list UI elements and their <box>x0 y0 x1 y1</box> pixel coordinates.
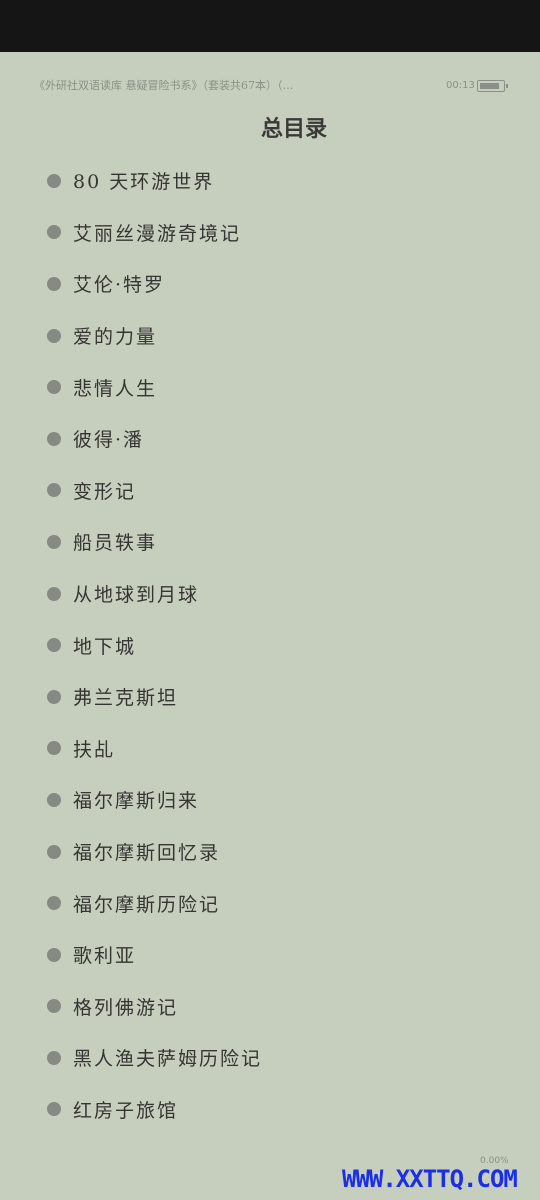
toc-item[interactable]: 艾伦·特罗 <box>0 258 540 310</box>
bullet-icon <box>47 844 61 859</box>
toc-item[interactable]: 地下城 <box>0 619 540 671</box>
toc-item-label: 爱的力量 <box>73 326 158 349</box>
toc-item[interactable]: 船员轶事 <box>0 516 540 568</box>
bullet-icon <box>47 328 61 343</box>
bullet-icon <box>47 741 61 756</box>
bullet-icon <box>47 792 61 807</box>
toc-item-label: 艾伦·特罗 <box>73 274 166 297</box>
toc-item[interactable]: 黑人渔夫萨姆历险记 <box>0 1032 540 1084</box>
toc-item[interactable]: 从地球到月球 <box>0 568 540 620</box>
toc-item-label: 艾丽丝漫游奇境记 <box>73 222 242 245</box>
clock: 00:13 <box>446 80 475 91</box>
battery-level <box>480 83 499 89</box>
toc-item-label: 歌利亚 <box>73 945 137 968</box>
toc-item[interactable]: 变形记 <box>0 465 540 517</box>
toc-item-label: 船员轶事 <box>73 532 158 555</box>
bullet-icon <box>47 276 61 291</box>
toc-item[interactable]: 福尔摩斯历险记 <box>0 877 540 929</box>
battery-icon <box>477 80 508 92</box>
toc-item[interactable]: 福尔摩斯归来 <box>0 774 540 826</box>
bullet-icon <box>47 896 61 911</box>
toc-item-label: 悲情人生 <box>73 377 158 400</box>
toc-item-label: 扶乩 <box>73 738 116 761</box>
toc-item[interactable]: 格列佛游记 <box>0 981 540 1033</box>
bullet-icon <box>47 947 61 962</box>
watermark: WWW.XXTTQ.COM <box>342 1165 518 1193</box>
bullet-icon <box>47 534 61 549</box>
top-status-bar <box>0 0 540 52</box>
toc-item[interactable]: 歌利亚 <box>0 929 540 981</box>
toc-item-label: 红房子旅馆 <box>73 1099 179 1122</box>
bullet-icon <box>47 431 61 446</box>
toc-item-label: 福尔摩斯历险记 <box>73 893 221 916</box>
toc-item-label: 变形记 <box>73 480 137 503</box>
toc-item[interactable]: 艾丽丝漫游奇境记 <box>0 207 540 259</box>
book-title: 《外研社双语读库 悬疑冒险书系》（套装共67本）（… <box>34 79 294 92</box>
bullet-icon <box>47 586 61 601</box>
bullet-icon <box>47 483 61 498</box>
toc-title: 总目录 <box>260 116 327 142</box>
toc-list: 80 天环游世界艾丽丝漫游奇境记 艾伦·特罗爱的力量悲情人生彼得·潘变形记船员轶事… <box>0 155 540 1135</box>
toc-item-label: 地下城 <box>73 635 137 658</box>
bullet-icon <box>47 689 61 704</box>
toc-item-label: 从地球到月球 <box>73 584 200 607</box>
toc-item-label: 格列佛游记 <box>73 996 179 1019</box>
toc-item[interactable]: 彼得·潘 <box>0 413 540 465</box>
toc-item[interactable]: 福尔摩斯回忆录 <box>0 826 540 878</box>
bullet-icon <box>47 1050 61 1065</box>
toc-item-label: 福尔摩斯回忆录 <box>73 842 221 865</box>
toc-item-label: 弗兰克斯坦 <box>73 687 179 710</box>
toc-item-label: 80 天环游世界 <box>73 171 215 194</box>
toc-item[interactable]: 红房子旅馆 <box>0 1084 540 1136</box>
toc-item[interactable]: 扶乩 <box>0 723 540 775</box>
bullet-icon <box>47 380 61 395</box>
bullet-icon <box>47 1102 61 1117</box>
bullet-icon <box>47 999 61 1014</box>
toc-item-label: 黑人渔夫萨姆历险记 <box>73 1048 263 1071</box>
bullet-icon <box>47 173 61 188</box>
toc-item[interactable]: 80 天环游世界 <box>0 155 540 207</box>
toc-item-label: 彼得·潘 <box>73 429 145 452</box>
toc-item-label: 福尔摩斯归来 <box>73 790 200 813</box>
bullet-icon <box>47 638 61 653</box>
bullet-icon <box>47 225 61 240</box>
toc-item[interactable]: 悲情人生 <box>0 361 540 413</box>
toc-item[interactable]: 爱的力量 <box>0 310 540 362</box>
toc-item[interactable]: 弗兰克斯坦 <box>0 671 540 723</box>
reader-header: 《外研社双语读库 悬疑冒险书系》（套装共67本）（… 00:13 <box>0 76 540 96</box>
